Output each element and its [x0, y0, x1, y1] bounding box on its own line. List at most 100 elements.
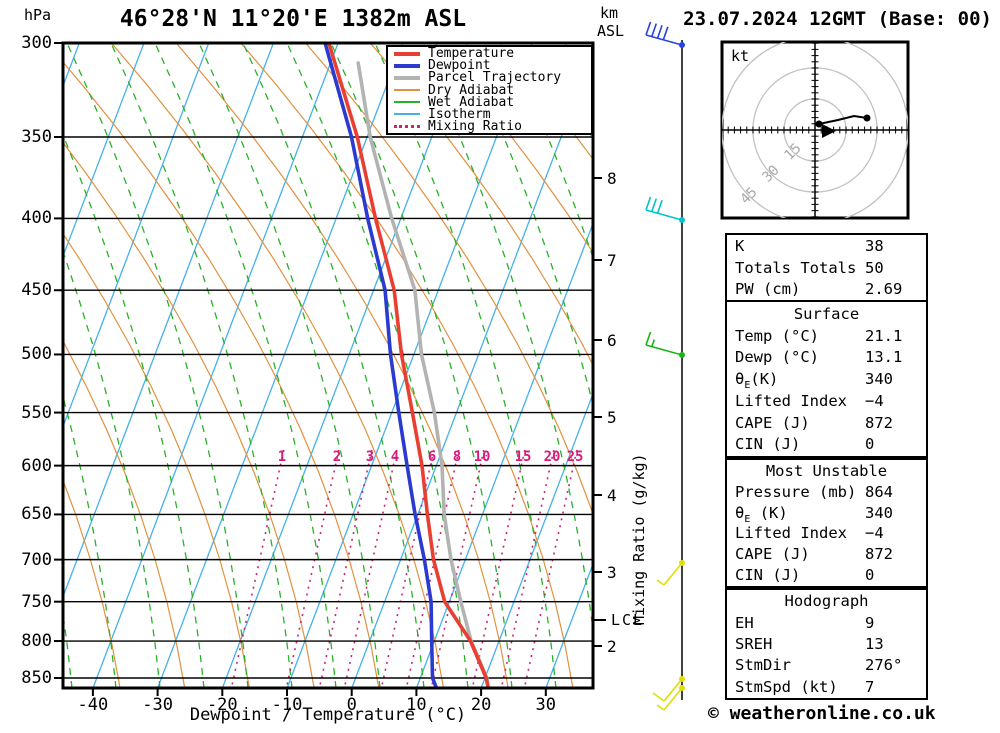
pressure-tick-label: 800: [21, 631, 52, 652]
mixing-ratio-tick-label: 2: [332, 449, 342, 465]
legend-item: Mixing Ratio: [388, 118, 591, 134]
panel-row-label: K: [735, 237, 745, 256]
mixing-ratio-tick-label: 3: [365, 449, 375, 465]
panel-row: Pressure (mb) 864: [727, 482, 926, 502]
mixing-ratio-tick-label: 4: [390, 449, 400, 465]
pressure-tick-label: 300: [21, 33, 52, 53]
panel-row-label: θE (K): [735, 503, 788, 525]
stats-panel: Surface Temp (°C) 21.1 Dewp (°C) 13.1 θE(K) 34…: [725, 300, 928, 458]
panel-row: Dewp (°C) 13.1: [727, 347, 926, 367]
panel-row-value: 50: [865, 258, 884, 277]
panel-row-value: 0: [865, 566, 875, 585]
panel-row-value: 9: [865, 613, 875, 632]
panel-row: θE (K) 340: [727, 503, 926, 525]
panel-title: Surface: [793, 304, 860, 323]
panel-row: SREH 13: [727, 634, 926, 654]
panel-row-label: CIN (J): [735, 566, 801, 585]
km-axis-unit: km: [600, 4, 619, 22]
pressure-tick-label: 400: [21, 208, 52, 229]
panel-row-value: 0: [865, 435, 875, 454]
mixing-ratio-tick-label: 8: [452, 449, 462, 465]
mixing-ratio-tick-label: 6: [427, 449, 437, 465]
legend-label: Mixing Ratio: [428, 118, 522, 134]
legend-line-sample: [394, 63, 420, 68]
panel-row-label: CIN (J): [735, 435, 801, 454]
panel-row: CAPE (J) 872: [727, 413, 926, 433]
wind-barb: [656, 560, 685, 586]
panel-row-value: 872: [865, 413, 893, 432]
panel-row-value: −4: [865, 391, 884, 410]
stats-panel: Hodograph EH 9 SREH 13 StmDir 276° StmSpd (kt) 7: [725, 588, 928, 700]
skewt-sounding-page: hPa 46°28'N 11°20'E 1382m ASL km ASL 23.…: [0, 0, 1000, 733]
panel-row: Totals Totals 50: [727, 258, 926, 278]
panel-row: Lifted Index −4: [727, 391, 926, 411]
panel-row-label: EH: [735, 613, 754, 632]
mixing-ratio-tick-label: 10: [473, 449, 491, 465]
pressure-tick-label: 650: [21, 504, 52, 525]
copyright-label: © weatheronline.co.uk: [708, 703, 936, 724]
pressure-tick-label: 500: [21, 344, 52, 365]
pressure-tick-label: 600: [21, 455, 52, 476]
panel-row-value: −4: [865, 524, 884, 543]
panel-row-label: PW (cm): [735, 279, 801, 298]
panel-row: Lifted Index −4: [727, 523, 926, 543]
panel-row-value: 864: [865, 482, 893, 501]
panel-row-label: CAPE (J): [735, 413, 810, 432]
panel-row-label: SREH: [735, 634, 773, 653]
panel-row: θE(K) 340: [727, 369, 926, 392]
panel-row-label: StmSpd (kt): [735, 677, 838, 696]
panel-title: Hodograph: [784, 592, 869, 611]
pressure-tick-label: 850: [21, 668, 52, 688]
pressure-tick-label: 750: [21, 591, 52, 612]
legend-line-sample: [394, 51, 420, 56]
panel-row: CIN (J) 0: [727, 565, 926, 585]
panel-row-label: Pressure (mb): [735, 482, 857, 501]
mixing-ratio-axis-title: Mixing Ratio (g/kg): [630, 453, 648, 625]
panel-row: StmDir 276°: [727, 655, 926, 675]
stats-panel: K 38 Totals Totals 50 PW (cm) 2.69: [725, 233, 928, 302]
wind-barb: [656, 685, 685, 711]
panel-row-value: 872: [865, 545, 893, 564]
lcl-label: LCL: [611, 611, 645, 629]
panel-row: EH 9: [727, 613, 926, 633]
pressure-axis-unit: hPa: [24, 6, 52, 24]
panel-row-value: 13.1: [865, 348, 903, 367]
legend-line-sample: [394, 101, 420, 104]
panel-row-label: StmDir: [735, 656, 791, 675]
legend-line-sample: [394, 75, 420, 80]
wind-barb: [645, 196, 685, 223]
pressure-gridlines: [54, 42, 606, 696]
pressure-tick-label: 350: [21, 126, 52, 147]
panel-title: Most Unstable: [765, 461, 888, 480]
panel-row-label: Temp (°C): [735, 326, 819, 345]
panel-row-label: Lifted Index: [735, 391, 847, 410]
panel-row-value: 2.69: [865, 279, 903, 298]
panel-row: K 38: [727, 236, 926, 256]
panel-row-value: 13: [865, 634, 884, 653]
page-title: 46°28'N 11°20'E 1382m ASL: [119, 6, 467, 32]
legend-line-sample: [394, 124, 420, 128]
panel-row: CAPE (J) 872: [727, 544, 926, 564]
panel-row: Temp (°C) 21.1: [727, 326, 926, 346]
panel-row-label: Dewp (°C): [735, 348, 819, 367]
legend-line-sample: [394, 89, 420, 91]
pressure-tick-label: 700: [21, 549, 52, 570]
km-tick-label: 8: [607, 169, 617, 188]
wind-barb-column: [645, 21, 685, 711]
pressure-tick-label: 550: [21, 402, 52, 423]
dewpoint-curve: [323, 43, 439, 688]
date-title: 23.07.2024 12GMT (Base: 00): [683, 8, 992, 30]
mixing-ratio-tick-label: 15: [514, 449, 532, 465]
asl-axis-unit: ASL: [597, 22, 625, 40]
panel-row: CIN (J) 0: [727, 434, 926, 454]
stats-panel: Most Unstable Pressure (mb) 864 θE (K) 340 Li…: [725, 458, 928, 588]
panel-row-label: Totals Totals: [735, 258, 857, 277]
panel-row-value: 340: [865, 370, 893, 388]
mixing-ratio-tick-label: 1: [277, 449, 287, 465]
panel-row-label: θE(K): [735, 370, 779, 392]
panel-row: StmSpd (kt) 7: [727, 677, 926, 697]
panel-row-label: Lifted Index: [735, 524, 847, 543]
panel-row-value: 38: [865, 237, 884, 256]
panel-row-value: 21.1: [865, 326, 903, 345]
km-tick-label: 7: [607, 251, 617, 270]
